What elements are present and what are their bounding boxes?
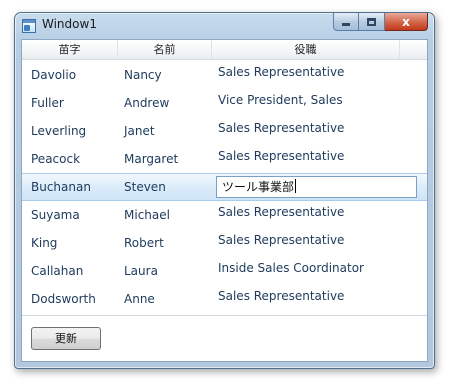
title-cell: Sales Representative	[218, 149, 345, 163]
grid-body: Davolio Nancy Sales Representative Fulle…	[22, 61, 427, 313]
close-icon: x	[402, 14, 410, 29]
first-name-cell: Margaret	[124, 152, 179, 166]
minimize-icon	[342, 23, 350, 26]
title-cell: Sales Representative	[218, 65, 345, 79]
last-name-cell: Peacock	[31, 152, 81, 166]
grid-divider	[22, 315, 427, 316]
first-name-cell: Nancy	[124, 68, 162, 82]
first-name-cell: Laura	[124, 264, 158, 278]
grid-header: 苗字 名前 役職	[22, 40, 427, 60]
first-name-cell: Robert	[124, 236, 164, 250]
title-edit-field[interactable]: ツール事業部	[216, 176, 417, 198]
title-cell: Sales Representative	[218, 233, 345, 247]
last-name-cell: Fuller	[31, 96, 64, 110]
table-row[interactable]: Callahan Laura Inside Sales Coordinator	[22, 257, 427, 285]
first-name-cell: Anne	[124, 292, 155, 306]
title-cell: Sales Representative	[218, 289, 345, 303]
table-row[interactable]: Peacock Margaret Sales Representative	[22, 145, 427, 173]
first-name-cell: Andrew	[124, 96, 170, 110]
caption-buttons: x	[333, 13, 428, 31]
column-header-title[interactable]: 役職	[212, 40, 400, 59]
title-cell: Sales Representative	[218, 205, 345, 219]
title-cell: Vice President, Sales	[218, 93, 343, 107]
text-caret	[295, 179, 297, 193]
title-cell: Inside Sales Coordinator	[218, 261, 364, 275]
table-row[interactable]: King Robert Sales Representative	[22, 229, 427, 257]
last-name-cell: Callahan	[31, 264, 84, 278]
first-name-cell: Michael	[124, 208, 170, 222]
table-row[interactable]: Suyama Michael Sales Representative	[22, 201, 427, 229]
window-content: 苗字 名前 役職 Davolio Nancy Sales Representat…	[21, 39, 428, 362]
last-name-cell: Buchanan	[31, 180, 91, 194]
main-window: Window1 x 苗字 名前 役職 Davolio Nancy Sales R…	[14, 12, 435, 369]
table-row[interactable]: Fuller Andrew Vice President, Sales	[22, 89, 427, 117]
minimize-button[interactable]	[333, 13, 359, 31]
maximize-icon	[367, 17, 376, 26]
last-name-cell: Dodsworth	[31, 292, 96, 306]
update-button[interactable]: 更新	[31, 327, 101, 350]
column-header-last-name[interactable]: 苗字	[22, 40, 118, 59]
last-name-cell: Suyama	[31, 208, 80, 222]
last-name-cell: Davolio	[31, 68, 77, 82]
table-row[interactable]: Dodsworth Anne Sales Representative	[22, 285, 427, 313]
table-row-selected[interactable]: Buchanan Steven ツール事業部	[22, 173, 427, 201]
column-header-first-name[interactable]: 名前	[118, 40, 212, 59]
close-button[interactable]: x	[385, 13, 428, 31]
table-row[interactable]: Davolio Nancy Sales Representative	[22, 61, 427, 89]
title-edit-value: ツール事業部	[222, 180, 295, 194]
table-row[interactable]: Leverling Janet Sales Representative	[22, 117, 427, 145]
last-name-cell: Leverling	[31, 124, 87, 138]
maximize-button[interactable]	[359, 13, 385, 31]
first-name-cell: Steven	[124, 180, 166, 194]
window-icon[interactable]	[22, 19, 36, 33]
column-header-filler	[400, 40, 427, 59]
window-title: Window1	[42, 17, 97, 31]
last-name-cell: King	[31, 236, 58, 250]
title-bar[interactable]: Window1 x	[15, 13, 434, 39]
title-cell: Sales Representative	[218, 121, 345, 135]
first-name-cell: Janet	[124, 124, 155, 138]
